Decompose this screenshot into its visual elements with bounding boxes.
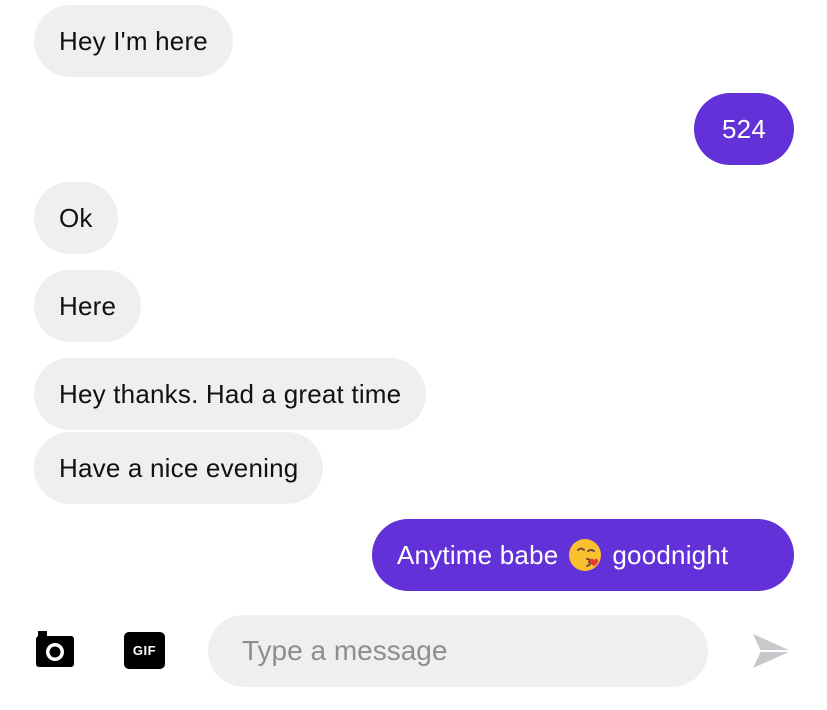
camera-icon[interactable] bbox=[35, 630, 77, 670]
gif-label: GIF bbox=[132, 643, 157, 658]
message-bubble-incoming[interactable]: Hey I'm here bbox=[34, 5, 233, 77]
message-text: Have a nice evening bbox=[59, 452, 299, 483]
message-text: 524 bbox=[722, 113, 766, 144]
message-bubble-incoming[interactable]: Here bbox=[34, 270, 142, 342]
message-text: Hey I'm here bbox=[59, 25, 208, 56]
chat-thread: Hey I'm here 524 Ok Here Hey thanks. Had… bbox=[0, 0, 827, 710]
message-bubble-outgoing[interactable]: 524 bbox=[694, 93, 794, 165]
send-icon[interactable] bbox=[750, 631, 794, 671]
message-text-before-emoji: Anytime babe bbox=[397, 539, 559, 570]
message-text: Here bbox=[59, 290, 117, 321]
message-text: Ok bbox=[59, 202, 93, 233]
message-bubble-incoming[interactable]: Have a nice evening bbox=[34, 432, 324, 504]
message-bubble-incoming[interactable]: Ok bbox=[34, 182, 118, 254]
message-bubble-outgoing[interactable]: Anytime babe goodnight bbox=[372, 519, 794, 591]
face-blowing-a-kiss-icon bbox=[568, 538, 602, 572]
gif-button[interactable]: GIF bbox=[124, 632, 165, 669]
message-bubble-incoming[interactable]: Hey thanks. Had a great time bbox=[34, 358, 427, 430]
message-text-after-emoji: goodnight bbox=[612, 539, 729, 570]
message-text: Hey thanks. Had a great time bbox=[59, 378, 402, 409]
message-input[interactable] bbox=[208, 615, 708, 687]
